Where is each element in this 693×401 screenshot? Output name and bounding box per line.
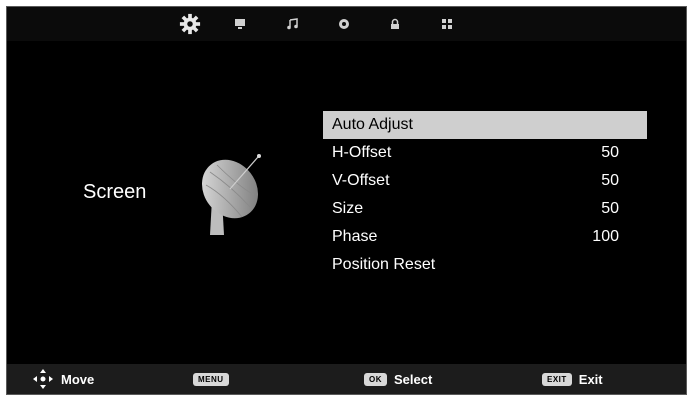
hint-menu: MENU	[193, 364, 236, 394]
menu-item-position-reset[interactable]: Position Reset	[323, 251, 647, 279]
tab-lock[interactable]	[383, 12, 407, 36]
monitor-icon	[235, 19, 245, 29]
direction-arrows-icon	[33, 369, 53, 389]
menu-item-value: 50	[601, 172, 619, 189]
menu-item-phase[interactable]: Phase 100	[323, 223, 647, 251]
menu-item-label: Auto Adjust	[332, 116, 413, 133]
menu-item-value	[559, 111, 619, 139]
hint-move-label: Move	[61, 371, 95, 387]
menu-item-value: 50	[601, 200, 619, 217]
menu-item-auto-adjust[interactable]: Auto Adjust	[323, 111, 647, 139]
tab-time[interactable]	[332, 12, 356, 36]
hint-move: Move	[31, 364, 94, 394]
music-note-icon	[287, 18, 298, 30]
menu-item-label: Position Reset	[332, 256, 436, 273]
clock-icon	[339, 19, 349, 29]
lock-icon	[391, 18, 399, 29]
grid-icon	[442, 19, 452, 29]
hint-exit-label: Exit	[578, 371, 603, 387]
screen-settings-menu: Auto Adjust H-Offset 50 V-Offset 50 Size…	[323, 111, 647, 279]
menu-item-value: 50	[601, 144, 619, 161]
menu-item-v-offset[interactable]: V-Offset 50	[323, 167, 647, 195]
tv-osd-screen: Screen Auto Adjust H-Offset 50 V-Offset …	[6, 6, 687, 395]
top-tab-bar	[7, 7, 686, 41]
exit-key: EXIT	[542, 372, 572, 386]
hint-exit: EXIT Exit	[542, 364, 603, 394]
tab-apps[interactable]	[435, 12, 459, 36]
ok-key: OK	[364, 372, 387, 386]
bottom-hint-bar: Move MENU OK Select EXIT Exit	[7, 364, 686, 394]
tab-picture[interactable]	[228, 12, 252, 36]
tab-setup[interactable]	[178, 12, 202, 36]
menu-key: MENU	[193, 372, 229, 386]
tab-sound[interactable]	[280, 12, 304, 36]
menu-item-value: 100	[592, 228, 619, 245]
menu-item-size[interactable]: Size 50	[323, 195, 647, 223]
menu-item-value	[559, 251, 619, 279]
menu-item-h-offset[interactable]: H-Offset 50	[323, 139, 647, 167]
hint-select-label: Select	[394, 371, 433, 387]
hint-select: OK Select	[364, 364, 432, 394]
gear-icon	[179, 13, 201, 35]
menu-item-label: H-Offset	[332, 144, 392, 161]
menu-item-label: Phase	[332, 228, 378, 245]
satellite-dish-icon	[201, 154, 261, 235]
menu-item-label: Size	[332, 200, 364, 217]
menu-item-label: V-Offset	[332, 172, 390, 189]
section-title: Screen	[83, 181, 147, 203]
